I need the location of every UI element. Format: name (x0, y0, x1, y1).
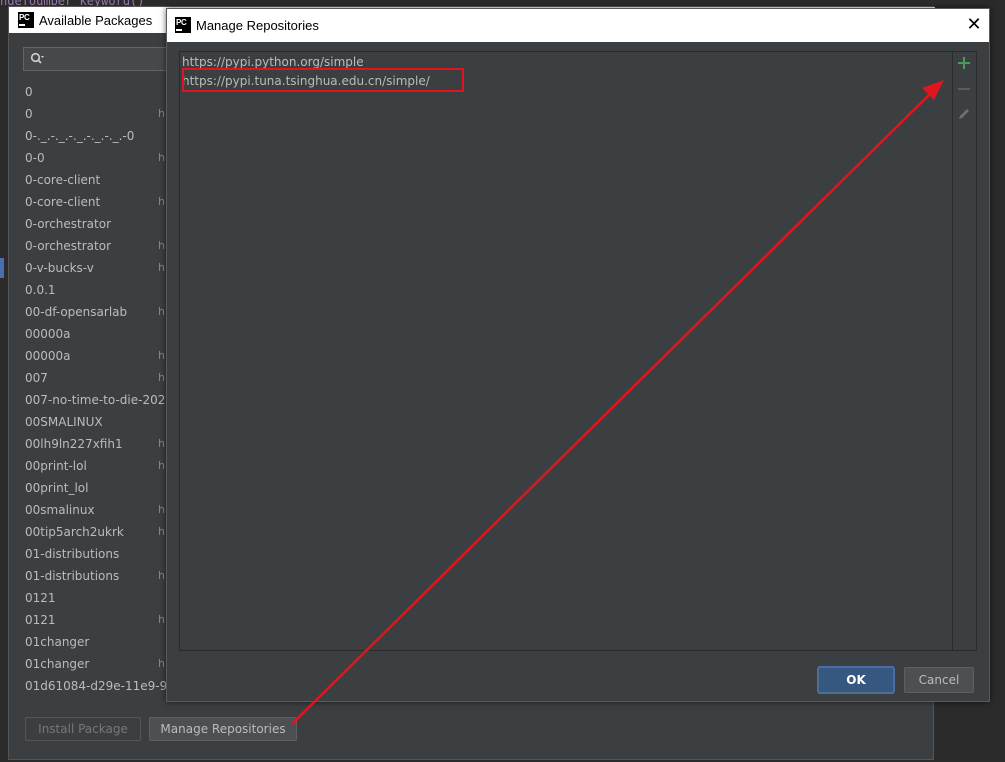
package-name: 01-distributions (25, 547, 120, 561)
package-repo-hint: h (158, 261, 165, 274)
package-name: 0 (25, 85, 33, 99)
package-row[interactable]: 0-v-bucks-v h (23, 257, 183, 279)
package-row[interactable]: 007 h (23, 367, 183, 389)
package-repo-hint: h (158, 107, 165, 120)
package-row[interactable]: 00000a (23, 323, 183, 345)
plus-icon[interactable] (957, 56, 971, 70)
package-name: 01-distributions (25, 569, 120, 583)
minus-icon[interactable] (957, 82, 971, 96)
package-name: 0.0.1 (25, 283, 56, 297)
package-row[interactable]: 0-0 h (23, 147, 183, 169)
package-name: 0 (25, 107, 33, 121)
package-name: 00-df-opensarlab (25, 305, 128, 319)
package-name: 00print_lol (25, 481, 89, 495)
dialog-title: Manage Repositories (196, 18, 319, 33)
package-row[interactable]: 0 (23, 81, 183, 103)
package-name: 0-._.-._.-._.-._.-._.-0 (25, 129, 135, 143)
package-row[interactable]: 0h (23, 103, 183, 125)
pencil-icon[interactable] (957, 107, 971, 121)
package-name: 0-orchestrator (25, 217, 112, 231)
package-repo-hint: h (158, 151, 165, 164)
package-row[interactable]: 01d61084-d29e-11e9-96 (23, 675, 183, 697)
package-repo-hint: h (158, 371, 165, 384)
repository-panel: https://pypi.python.org/simple https://p… (179, 51, 977, 651)
ok-button[interactable]: OK (818, 667, 894, 693)
package-list[interactable]: 0 0 h 0-._.-._.-._.-._.-._.-0 0-0 h 0-core-cli… (23, 81, 183, 701)
package-name: 00SMALINUX (25, 415, 103, 429)
package-name: 0-core-client (25, 173, 101, 187)
manage-repositories-dialog: PC Manage Repositories ✕ https://pypi.py… (166, 8, 990, 702)
package-name: 00000a (25, 327, 71, 341)
package-name: 0121 (25, 591, 56, 605)
package-row[interactable]: 0-orchestrator (23, 213, 183, 235)
available-packages-title: Available Packages (39, 13, 153, 28)
package-row[interactable]: 01changer (23, 631, 183, 653)
package-repo-hint: h (158, 195, 165, 208)
selection-accent (0, 258, 4, 278)
package-name: 007-no-time-to-die-2021 (25, 393, 173, 407)
package-repo-hint: h (158, 657, 165, 670)
package-name: 01d61084-d29e-11e9-96 (25, 679, 175, 693)
package-row[interactable]: 0-core-client h (23, 191, 183, 213)
pycharm-logo-icon: PC (175, 17, 191, 33)
package-row[interactable]: 00-df-opensarlab h (23, 301, 183, 323)
package-row[interactable]: 00tip5arch2ukrk h (23, 521, 183, 543)
package-repo-hint: h (158, 569, 165, 582)
search-icon[interactable] (30, 52, 44, 66)
install-package-button[interactable]: Install Package (25, 717, 141, 741)
cancel-button[interactable]: Cancel (904, 667, 974, 693)
repository-list[interactable]: https://pypi.python.org/simple https://p… (180, 52, 952, 650)
manage-repositories-button[interactable]: Manage Repositories (149, 717, 297, 741)
package-repo-hint: h (158, 437, 165, 450)
package-name: 00smalinux (25, 503, 95, 517)
package-row[interactable]: 007-no-time-to-die-2021 (23, 389, 183, 411)
package-row[interactable]: 00print-lol h (23, 455, 183, 477)
package-name: 00lh9ln227xfih1 (25, 437, 123, 451)
package-repo-hint: h (158, 613, 165, 626)
package-row[interactable]: 00lh9ln227xfih1 h (23, 433, 183, 455)
package-name: 00tip5arch2ukrk (25, 525, 124, 539)
package-row[interactable]: 01-distributions (23, 543, 183, 565)
package-row[interactable]: 01-distributions h (23, 565, 183, 587)
pycharm-logo-icon: PC (18, 12, 34, 28)
package-row[interactable]: 0121 h (23, 609, 183, 631)
dialog-titlebar: PC Manage Repositories ✕ (167, 9, 989, 42)
package-repo-hint: h (158, 305, 165, 318)
annotation-highlight-box (182, 68, 464, 92)
package-name: 0-0 (25, 151, 45, 165)
package-row[interactable]: 00000a h (23, 345, 183, 367)
package-row[interactable]: 0-._.-._.-._.-._.-._.-0 (23, 125, 183, 147)
package-row[interactable]: 01changer h (23, 653, 183, 675)
package-row[interactable]: 00print_lol (23, 477, 183, 499)
package-name: 0121 (25, 613, 56, 627)
package-row[interactable]: 00SMALINUX (23, 411, 183, 433)
package-name: 01changer (25, 635, 90, 649)
package-row[interactable]: 0-orchestrator h (23, 235, 183, 257)
package-row[interactable]: 0-core-client (23, 169, 183, 191)
package-name: 0-core-client (25, 195, 101, 209)
package-row[interactable]: 0121 (23, 587, 183, 609)
close-icon[interactable]: ✕ (963, 14, 985, 36)
package-name: 00print-lol (25, 459, 87, 473)
repository-toolbar (952, 52, 976, 650)
package-row[interactable]: 0.0.1 (23, 279, 183, 301)
package-name: 0-orchestrator (25, 239, 112, 253)
package-name: 00000a (25, 349, 71, 363)
package-name: 01changer (25, 657, 90, 671)
package-name: 0-v-bucks-v (25, 261, 94, 275)
package-name: 007 (25, 371, 48, 385)
package-row[interactable]: 00smalinux h (23, 499, 183, 521)
package-repo-hint: h (158, 525, 165, 538)
package-repo-hint: h (158, 239, 165, 252)
package-repo-hint: h (158, 503, 165, 516)
package-repo-hint: h (158, 459, 165, 472)
package-repo-hint: h (158, 349, 165, 362)
